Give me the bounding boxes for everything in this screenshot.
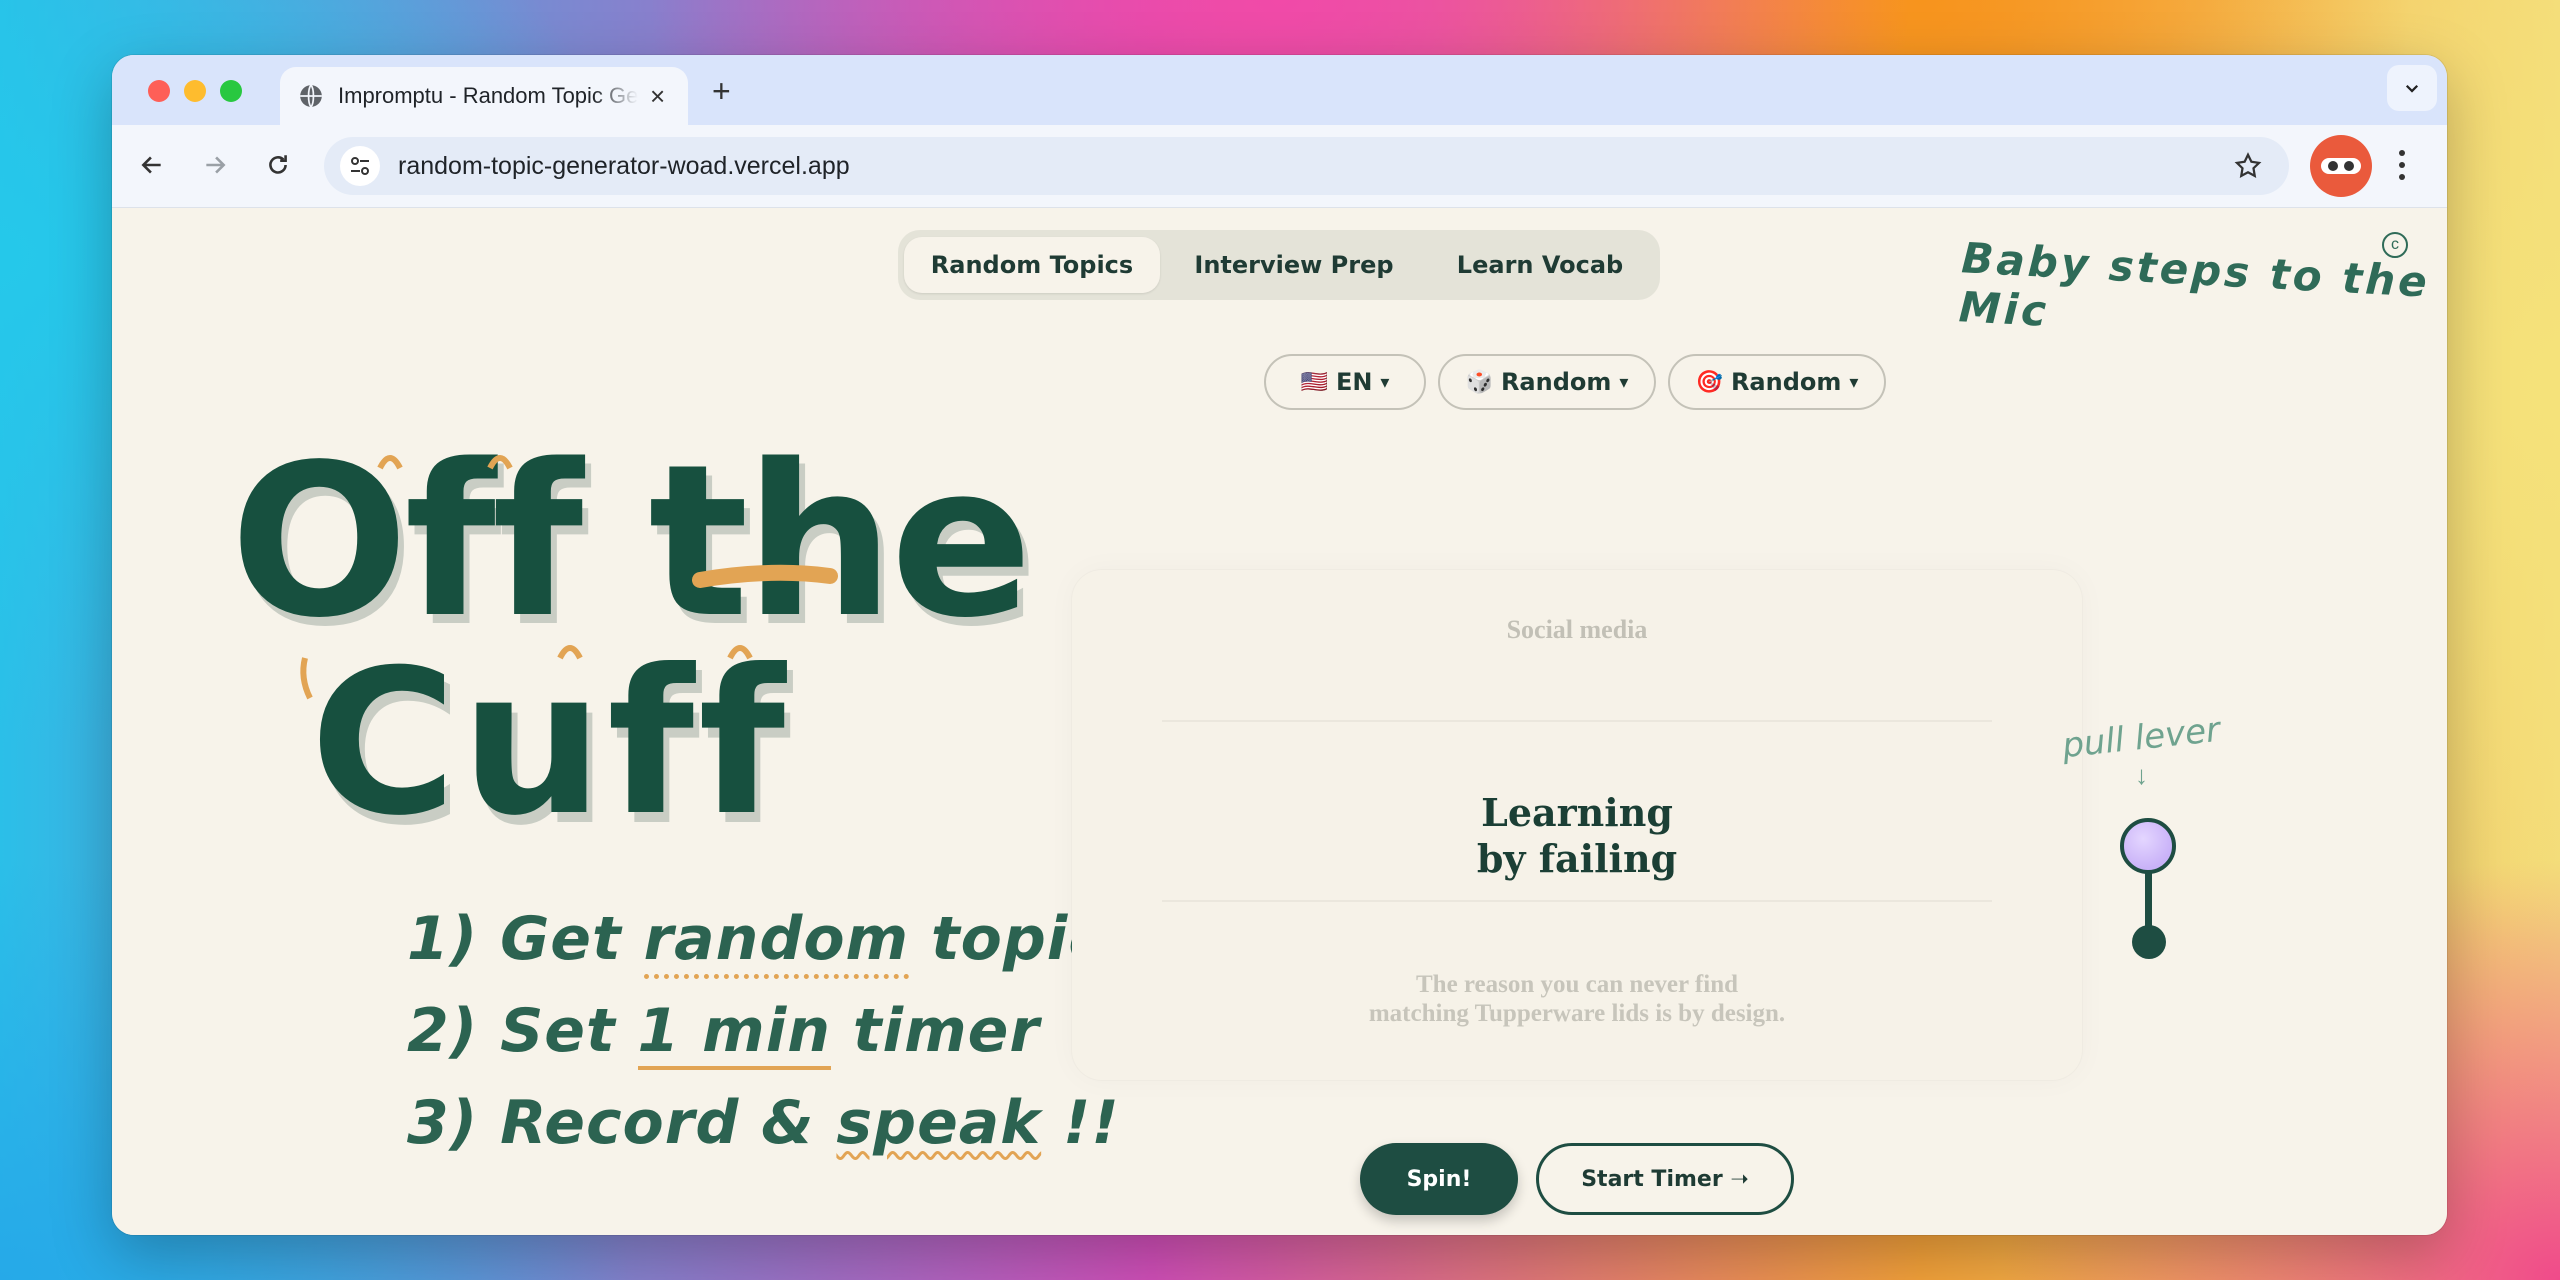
profile-avatar[interactable] [2310,135,2372,197]
tab-random-topics[interactable]: Random Topics [904,237,1160,293]
tab-search-button[interactable] [2387,65,2437,111]
lever-base [2132,925,2166,959]
caret-down-icon: ▾ [1380,371,1390,393]
logo-line-2: Cuff [310,627,789,848]
previous-topic: Social media [1506,615,1648,644]
dice-icon: 🎲 [1465,369,1493,395]
lever-stick [2145,872,2152,932]
close-tab-icon[interactable]: × [650,83,665,109]
svg-text:Cuff: Cuff [310,627,789,848]
target-icon: 🎯 [1695,369,1723,395]
forward-arrow-icon [206,156,226,174]
forward-button[interactable] [195,145,235,185]
bookmark-star-icon[interactable] [2233,151,2263,181]
next-topic: The reason you can never find matching T… [1368,971,1786,1027]
step-3: 3) Record & speak !! [407,1088,1120,1158]
category-select[interactable]: 🎲 Random ▾ [1438,354,1656,410]
current-topic: Learning by failing [1476,790,1678,881]
reload-icon [269,155,287,174]
mode-label: Random [1730,368,1842,396]
tab-title: Impromptu - Random Topic Generator [338,83,638,108]
divider [1162,900,1992,902]
browser-menu-button[interactable] [2397,145,2407,190]
avatar-icon [2321,158,2361,174]
down-arrow-icon: ↓ [2135,760,2148,790]
step-2: 2) Set 1 min timer [407,985,1120,1077]
globe-icon [300,84,322,108]
spin-lever-knob[interactable] [2120,818,2176,874]
back-button[interactable] [132,145,172,185]
topic-slot-card: Social media Learning by failing The rea… [1072,570,2082,1080]
spin-button[interactable]: Spin! [1360,1143,1518,1215]
language-select[interactable]: 🇺🇸 EN ▾ [1264,354,1426,410]
chevron-down-icon [2405,84,2419,93]
minimize-window-button[interactable] [184,80,206,102]
mode-tabs: Random Topics Interview Prep Learn Vocab [898,230,1660,300]
category-label: Random [1500,368,1612,396]
start-timer-button[interactable]: Start Timer ➝ [1536,1143,1794,1215]
reload-button[interactable] [258,145,298,185]
flag-icon: 🇺🇸 [1300,369,1328,395]
new-tab-button[interactable]: + [712,73,731,110]
tab-bar: Impromptu - Random Topic Generator × + [112,55,2447,125]
page-content: Random Topics Interview Prep Learn Vocab… [112,208,2447,1235]
browser-window: Impromptu - Random Topic Generator × + [112,55,2447,1235]
browser-toolbar: random-topic-generator-woad.vercel.app [112,125,2447,208]
divider [1162,720,1992,722]
tab-learn-vocab[interactable]: Learn Vocab [1428,237,1652,293]
copyright-icon: c [2382,232,2408,258]
tune-icon [351,157,369,175]
more-vertical-icon [2399,150,2405,180]
site-settings-icon[interactable] [340,146,380,186]
mode-select[interactable]: 🎯 Random ▾ [1668,354,1886,410]
close-window-button[interactable] [148,80,170,102]
url-text: random-topic-generator-woad.vercel.app [398,151,850,180]
how-to-steps: 1) Get random topic 2) Set 1 min timer 3… [407,893,1120,1169]
language-label: EN [1335,368,1373,396]
back-arrow-icon [141,156,161,174]
tab-interview-prep[interactable]: Interview Prep [1160,237,1428,293]
slogan-text: Baby steps to the Mic [1957,233,2431,336]
caret-down-icon: ▾ [1849,371,1859,393]
pull-lever-note: pull lever [2060,709,2222,767]
step-1: 1) Get random topic [407,893,1120,985]
maximize-window-button[interactable] [220,80,242,102]
caret-down-icon: ▾ [1619,371,1629,393]
address-bar[interactable]: random-topic-generator-woad.vercel.app [324,137,2289,195]
browser-tab[interactable]: Impromptu - Random Topic Generator × [280,67,688,125]
off-the-cuff-logo: Off the Off the Cuff Cuff [230,428,1039,848]
